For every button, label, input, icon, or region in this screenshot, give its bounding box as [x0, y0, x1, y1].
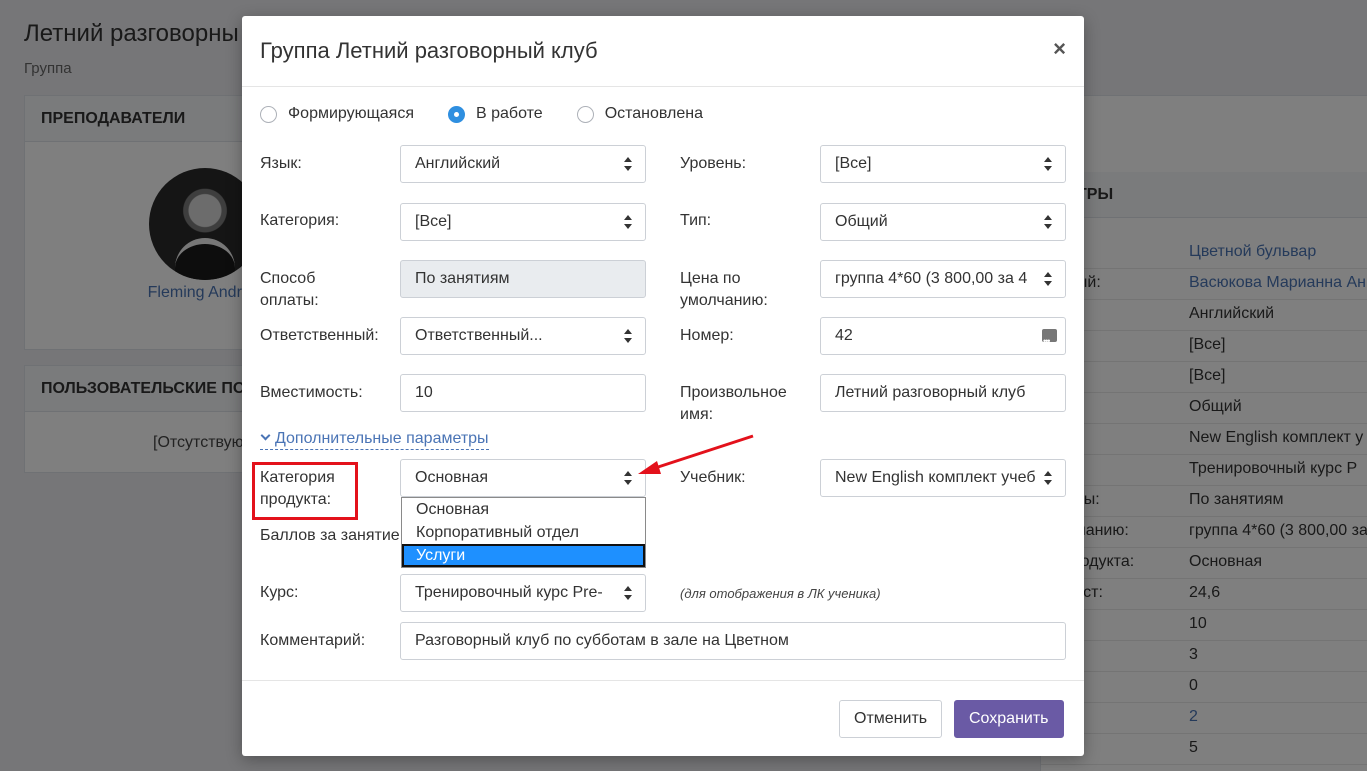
- save-button[interactable]: Сохранить: [954, 700, 1064, 738]
- modal-title: Группа Летний разговорный клуб: [260, 38, 598, 63]
- price-select[interactable]: группа 4*60 (3 800,00 за 4: [820, 260, 1066, 298]
- course-select[interactable]: Тренировочный курс Pre-: [400, 574, 646, 612]
- course-value: Тренировочный курс Pre-: [415, 584, 603, 601]
- responsible-value: Ответственный...: [415, 327, 543, 344]
- type-select[interactable]: Общий: [820, 203, 1066, 241]
- responsible-select[interactable]: Ответственный...: [400, 317, 646, 355]
- extra-params-toggle[interactable]: Дополнительные параметры: [260, 429, 489, 450]
- textbook-label: Учебник:: [680, 469, 746, 486]
- type-value: Общий: [835, 213, 888, 230]
- category-label: Категория:: [260, 212, 340, 229]
- language-label: Язык:: [260, 155, 302, 172]
- language-select[interactable]: Английский: [400, 145, 646, 183]
- capacity-input[interactable]: 10: [400, 374, 646, 412]
- extra-params-label: Дополнительные параметры: [275, 430, 489, 447]
- radio-stopped-dot[interactable]: [576, 105, 594, 123]
- category-value: [Все]: [415, 213, 452, 230]
- number-picker-icon[interactable]: [1042, 323, 1057, 354]
- product-category-value: Основная: [415, 469, 489, 486]
- comment-label: Комментарий:: [260, 632, 366, 649]
- number-input[interactable]: 42: [820, 317, 1066, 355]
- level-select[interactable]: [Все]: [820, 145, 1066, 183]
- responsible-label: Ответственный:: [260, 327, 379, 344]
- capacity-label: Вместимость:: [260, 384, 363, 401]
- select-caret-icon: [624, 471, 633, 485]
- select-caret-icon: [1044, 471, 1053, 485]
- course-label: Курс:: [260, 584, 299, 601]
- radio-forming-label: Формирующаяся: [288, 105, 415, 122]
- points-label: Баллов за занятие: [260, 527, 400, 544]
- select-caret-icon: [624, 157, 633, 171]
- type-label: Тип:: [680, 212, 712, 229]
- status-radio-group: Формирующаяся В работе Остановлена: [260, 105, 737, 123]
- select-caret-icon: [1044, 157, 1053, 171]
- number-label: Номер:: [680, 327, 734, 344]
- radio-in-progress[interactable]: В работе: [448, 105, 543, 123]
- comment-value: Разговорный клуб по субботам в зале на Ц…: [415, 632, 789, 649]
- cancel-button[interactable]: Отменить: [839, 700, 943, 738]
- level-value: [Все]: [835, 155, 872, 172]
- product-category-select[interactable]: Основная: [400, 459, 646, 497]
- payment-field: По занятиям: [400, 260, 646, 298]
- textbook-value: New English комплект учеб: [835, 469, 1036, 486]
- radio-forming[interactable]: Формирующаяся: [260, 105, 414, 123]
- language-value: Английский: [415, 155, 501, 172]
- custom-name-input[interactable]: Летний разговорный клуб: [820, 374, 1066, 412]
- select-caret-icon: [624, 586, 633, 600]
- chevron-down-icon: [260, 430, 271, 441]
- number-value: 42: [835, 327, 853, 344]
- comment-input[interactable]: Разговорный клуб по субботам в зале на Ц…: [400, 622, 1066, 660]
- select-caret-icon: [1044, 272, 1053, 286]
- radio-in-progress-label: В работе: [476, 105, 543, 122]
- radio-forming-dot[interactable]: [260, 105, 277, 123]
- radio-stopped[interactable]: Остановлена: [576, 105, 704, 123]
- radio-in-progress-dot[interactable]: [448, 105, 466, 123]
- custom-name-value: Летний разговорный клуб: [835, 384, 1026, 401]
- modal-header: Группа Летний разговорный клуб ×: [242, 16, 1084, 87]
- course-hint: (для отображения в ЛК ученика): [680, 586, 881, 601]
- annotation-highlight-box: [252, 462, 358, 520]
- product-category-dropdown: Основная Корпоративный отдел Услуги: [401, 497, 646, 568]
- capacity-value: 10: [415, 384, 433, 401]
- select-caret-icon: [624, 329, 633, 343]
- price-value: группа 4*60 (3 800,00 за 4: [835, 270, 1028, 287]
- price-label: Цена по умолчанию:: [680, 270, 768, 309]
- select-caret-icon: [624, 215, 633, 229]
- modal-footer: Отменить Сохранить: [242, 680, 1084, 756]
- custom-name-label: Произвольное имя:: [680, 384, 787, 423]
- textbook-select[interactable]: New English комплект учеб: [820, 459, 1066, 497]
- level-label: Уровень:: [680, 155, 747, 172]
- close-icon[interactable]: ×: [1053, 36, 1066, 62]
- dropdown-option-corporate[interactable]: Корпоративный отдел: [402, 521, 645, 544]
- dropdown-option-main[interactable]: Основная: [402, 498, 645, 521]
- payment-value: По занятиям: [415, 270, 510, 287]
- radio-stopped-label: Остановлена: [604, 105, 704, 122]
- dropdown-option-services[interactable]: Услуги: [402, 544, 645, 567]
- category-select[interactable]: [Все]: [400, 203, 646, 241]
- select-caret-icon: [1044, 215, 1053, 229]
- payment-label: Способ оплаты:: [260, 270, 319, 309]
